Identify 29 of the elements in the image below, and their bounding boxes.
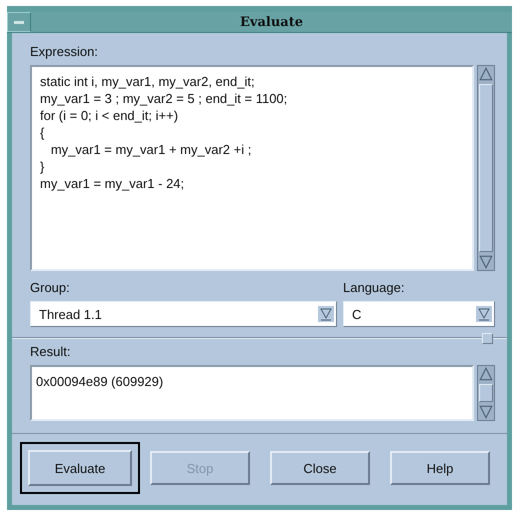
expression-field[interactable]: static int i, my_var1, my_var2, end_it; my_var1 = 3 ; my_var2 = 5 ; end_it = 1100; for (i = 0; i < end_it; i++) { my_var1 = my_var1 + my_var2 +i ; } my_var1 = my_var1 - 24; xyxy=(30,65,474,271)
dropdown-arrow-icon xyxy=(318,306,334,322)
group-label: Group: xyxy=(30,279,71,297)
down-arrow-icon[interactable] xyxy=(478,254,494,270)
code-line: my_var1 = my_var1 - 24; xyxy=(40,175,186,192)
code-line: { xyxy=(40,124,46,141)
code-line: for (i = 0; i < end_it; i++) xyxy=(40,107,180,124)
code-line: static int i, my_var1, my_var2, end_it; xyxy=(40,73,256,90)
down-arrow-icon[interactable] xyxy=(478,404,494,420)
code-line: my_var1 = 3 ; my_var2 = 5 ; end_it = 1100; xyxy=(40,90,288,107)
scrollbar[interactable] xyxy=(477,365,495,421)
language-dropdown[interactable]: C xyxy=(343,301,495,327)
up-arrow-icon[interactable] xyxy=(478,366,494,382)
result-label: Result: xyxy=(30,343,72,361)
up-arrow-icon[interactable] xyxy=(478,66,494,82)
scrollbar[interactable] xyxy=(477,65,495,271)
window-title: Evaluate xyxy=(239,14,304,30)
dialog-button[interactable]: Close xyxy=(270,451,370,485)
code-line: my_var1 = my_var1 + my_var2 +i ; xyxy=(50,141,252,158)
dialog-button[interactable]: Help xyxy=(390,451,490,485)
expression-label: Expression: xyxy=(30,43,99,61)
window-menu-button[interactable] xyxy=(7,12,31,32)
language-label: Language: xyxy=(343,279,406,297)
group-dropdown[interactable]: Thread 1.1 xyxy=(30,301,337,327)
code-line: } xyxy=(40,158,46,175)
dialog-button[interactable]: Evaluate xyxy=(20,442,140,494)
pane-sash-handle[interactable] xyxy=(482,333,493,344)
result-field[interactable]: 0x00094e89 (609929) xyxy=(30,365,474,421)
dropdown-arrow-icon xyxy=(476,306,492,322)
